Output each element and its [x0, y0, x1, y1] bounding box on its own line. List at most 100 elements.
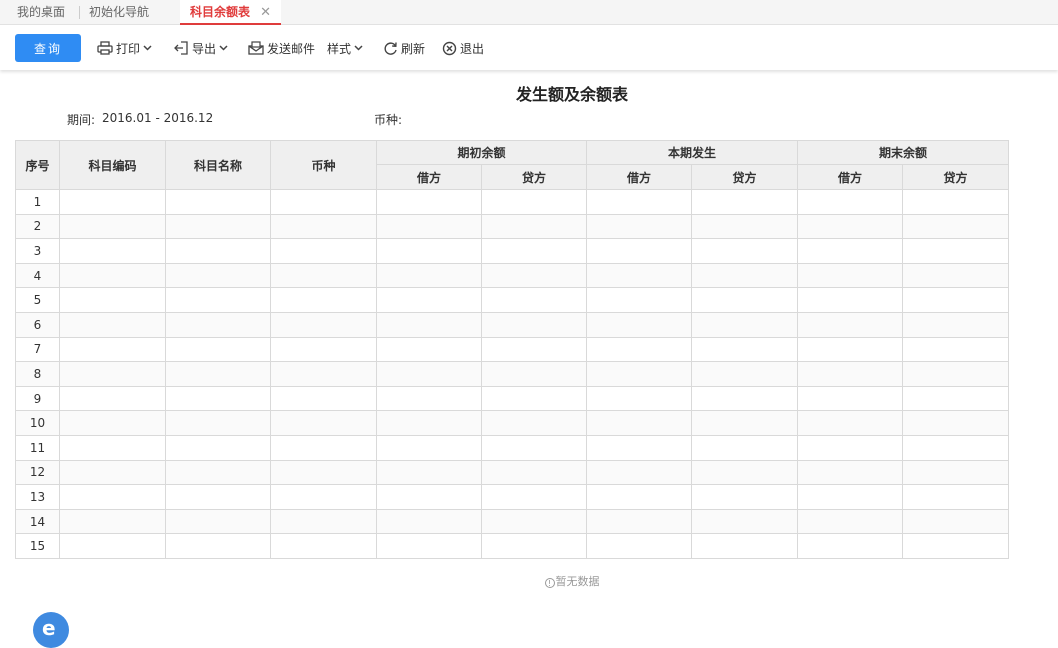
table-cell — [797, 459, 903, 486]
table-row[interactable]: 9 — [15, 385, 1009, 412]
tab-init-guide[interactable]: 初始化导航 — [89, 0, 149, 25]
refresh-button[interactable]: 刷新 — [383, 39, 425, 57]
table-cell — [376, 533, 482, 559]
table-cell — [902, 533, 1009, 559]
table-cell — [586, 361, 692, 387]
table-cell — [165, 238, 271, 264]
table-cell — [797, 361, 903, 387]
table-cell — [586, 287, 692, 313]
send-mail-button[interactable]: 发送邮件 — [248, 39, 315, 57]
table-row[interactable]: 15 — [15, 533, 1009, 559]
table-cell — [59, 459, 166, 486]
table-cell — [376, 213, 482, 240]
table-cell — [270, 189, 377, 215]
table-cell — [902, 508, 1009, 535]
table-cell — [270, 533, 377, 559]
query-button[interactable]: 查询 — [15, 34, 81, 62]
row-seq: 10 — [15, 410, 60, 436]
table-row[interactable]: 8 — [15, 361, 1009, 387]
table-cell — [902, 287, 1009, 313]
table-row[interactable]: 2 — [15, 213, 1009, 240]
export-icon — [174, 41, 188, 55]
table-cell — [481, 533, 587, 559]
table-row[interactable]: 3 — [15, 238, 1009, 264]
exit-label: 退出 — [460, 41, 485, 56]
header-seq: 序号 — [15, 140, 60, 190]
table-row[interactable]: 6 — [15, 311, 1009, 338]
export-button[interactable]: 导出 — [173, 39, 228, 57]
table-cell — [59, 508, 166, 535]
header-closing: 期末余额 — [797, 140, 1009, 165]
row-seq: 1 — [15, 189, 60, 215]
table-cell — [165, 311, 271, 338]
table-cell — [902, 238, 1009, 264]
table-row[interactable]: 1 — [15, 189, 1009, 215]
table-cell — [586, 336, 692, 363]
table-cell — [165, 508, 271, 535]
header-currency: 币种 — [270, 140, 377, 190]
table-cell — [59, 213, 166, 240]
print-label: 打印 — [116, 41, 141, 56]
table-cell — [59, 311, 166, 338]
table-cell — [797, 262, 903, 289]
table-row[interactable]: 10 — [15, 410, 1009, 436]
table-cell — [376, 238, 482, 264]
table-cell — [586, 484, 692, 510]
table-cell — [586, 262, 692, 289]
row-seq: 6 — [15, 311, 60, 338]
table-cell — [797, 385, 903, 412]
table-cell — [165, 484, 271, 510]
table-cell — [481, 508, 587, 535]
table-cell — [797, 434, 903, 461]
empty-text: 暂无数据 — [555, 575, 600, 588]
table-row[interactable]: 5 — [15, 287, 1009, 313]
row-seq: 13 — [15, 484, 60, 510]
table-cell — [270, 410, 377, 436]
table-cell — [691, 533, 798, 559]
tab-my-desktop[interactable]: 我的桌面 — [17, 0, 65, 25]
table-cell — [59, 484, 166, 510]
refresh-label: 刷新 — [401, 41, 426, 56]
table-cell — [902, 410, 1009, 436]
close-icon[interactable]: ✕ — [260, 0, 271, 25]
table-cell — [797, 410, 903, 436]
table-cell — [691, 336, 798, 363]
style-button[interactable]: 样式 — [327, 39, 363, 57]
printer-icon — [97, 41, 113, 55]
table-row[interactable]: 7 — [15, 336, 1009, 363]
table-cell — [376, 434, 482, 461]
table-cell — [270, 484, 377, 510]
table-cell — [270, 213, 377, 240]
chevron-down-icon — [219, 45, 228, 51]
row-seq: 2 — [15, 213, 60, 240]
table-cell — [586, 238, 692, 264]
row-seq: 7 — [15, 336, 60, 363]
tab-account-balance[interactable]: 科目余额表 ✕ — [180, 0, 281, 25]
table-cell — [165, 533, 271, 559]
table-cell — [902, 361, 1009, 387]
send-mail-label: 发送邮件 — [267, 41, 316, 56]
table-cell — [481, 484, 587, 510]
table-cell — [797, 189, 903, 215]
table-cell — [797, 238, 903, 264]
table-row[interactable]: 13 — [15, 484, 1009, 510]
row-seq: 4 — [15, 262, 60, 289]
table-row[interactable]: 4 — [15, 262, 1009, 289]
toolbar: 查询 打印 导出 发送邮件 样式 刷新 退出 — [0, 25, 1058, 70]
table-cell — [270, 459, 377, 486]
table-row[interactable]: 12 — [15, 459, 1009, 486]
exit-button[interactable]: 退出 — [442, 39, 484, 57]
table-cell — [165, 213, 271, 240]
header-current: 本期发生 — [586, 140, 798, 165]
print-button[interactable]: 打印 — [97, 39, 152, 57]
table-cell — [165, 336, 271, 363]
table-cell — [902, 213, 1009, 240]
table-row[interactable]: 14 — [15, 508, 1009, 535]
table-cell — [902, 189, 1009, 215]
app-logo[interactable]: e — [33, 612, 69, 648]
tab-account-balance-label: 科目余额表 — [190, 5, 251, 19]
table-cell — [376, 385, 482, 412]
table-cell — [165, 410, 271, 436]
table-row[interactable]: 11 — [15, 434, 1009, 461]
header-credit: 贷方 — [902, 164, 1009, 190]
